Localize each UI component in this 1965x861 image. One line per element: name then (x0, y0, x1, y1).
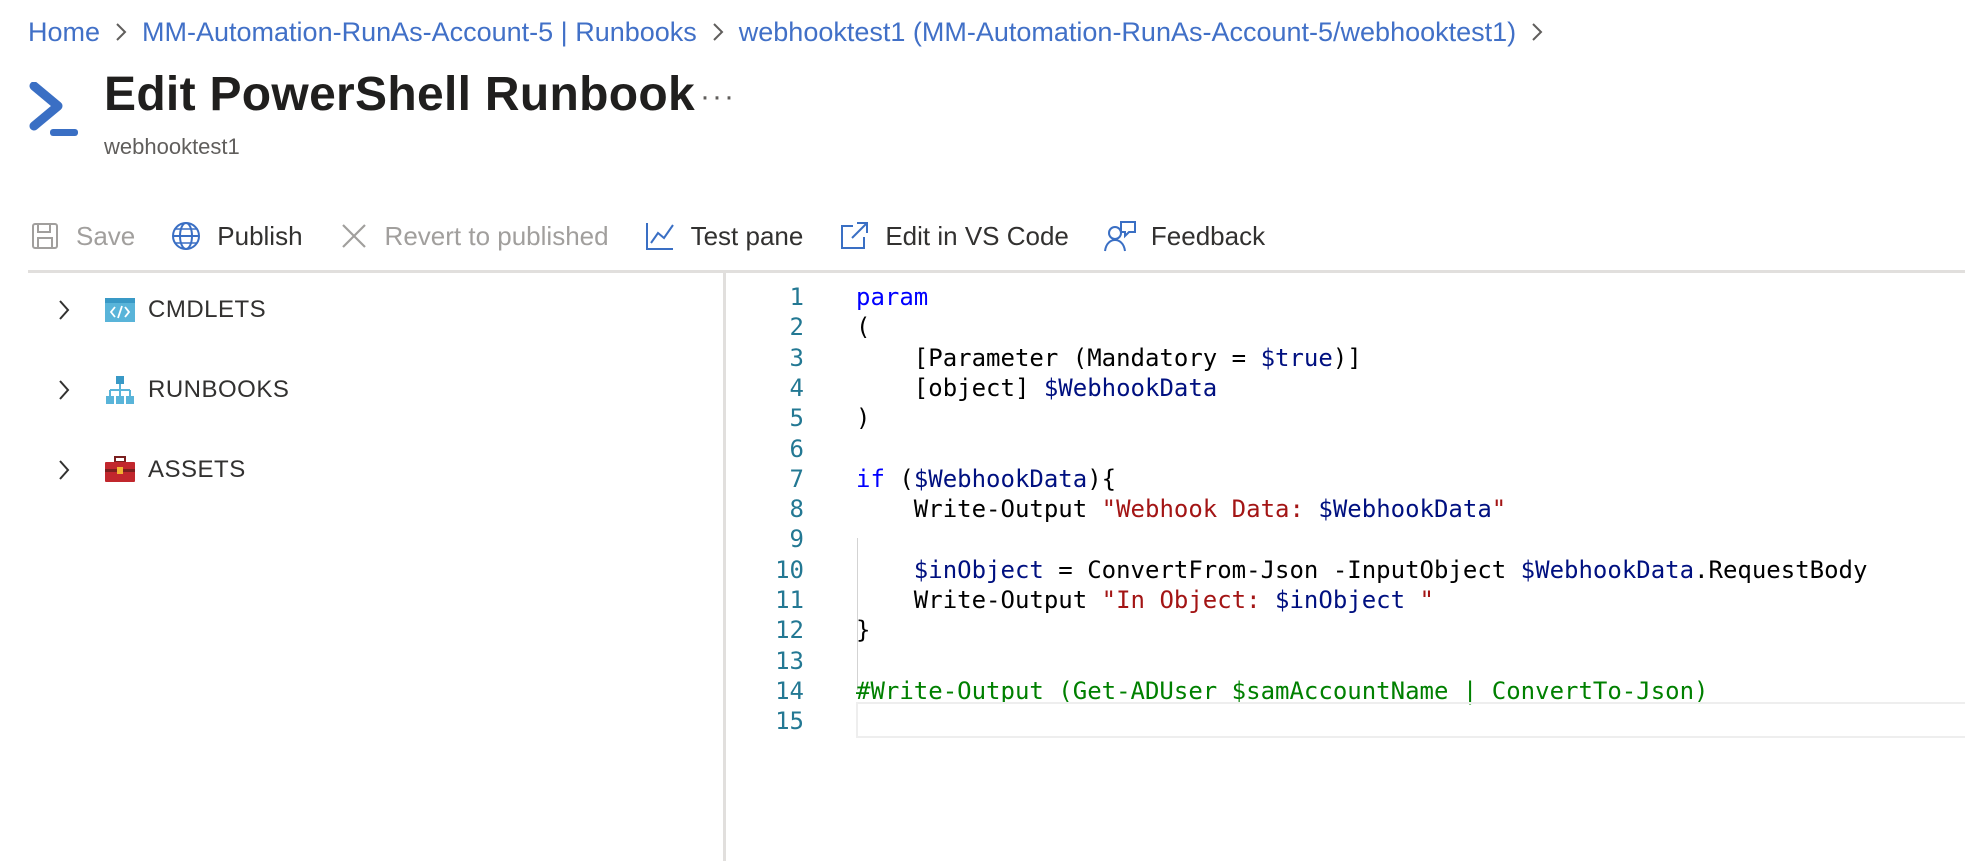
chevron-right-icon (711, 22, 725, 42)
code-token: " (1491, 495, 1507, 524)
chevron-right-icon[interactable] (44, 290, 84, 330)
code-token: $inObject (1275, 586, 1406, 614)
publish-label: Publish (217, 220, 303, 251)
feedback-button[interactable]: Feedback (1103, 219, 1265, 253)
edit-in-vscode-button[interactable]: Edit in VS Code (837, 219, 1069, 253)
code-token: .RequestBody (1694, 555, 1868, 584)
code-token: ( (856, 313, 871, 342)
powershell-icon (29, 82, 78, 136)
revert-to-published-button[interactable]: Revert to published (337, 219, 609, 253)
code-token: )] (1332, 343, 1362, 372)
chevron-right-icon (114, 22, 128, 42)
code-token: if (856, 464, 885, 493)
line-number: 15 (775, 707, 804, 736)
code-token: "In Object: (1101, 586, 1276, 614)
publish-button[interactable]: Publish (169, 219, 303, 253)
more-options-button[interactable]: ··· (700, 80, 736, 114)
runbooks-hierarchy-icon (104, 374, 136, 406)
code-token: param (856, 283, 929, 311)
breadcrumb-home-link[interactable]: Home (28, 17, 100, 48)
title-block: Edit PowerShell Runbook webhooktest1 (104, 64, 695, 160)
page-title: Edit PowerShell Runbook (104, 68, 695, 121)
page-subtitle: webhooktest1 (104, 134, 240, 159)
chevron-right-icon[interactable] (44, 450, 84, 490)
test-pane-label: Test pane (690, 220, 804, 251)
test-pane-button[interactable]: Test pane (643, 219, 804, 253)
breadcrumb: Home MM-Automation-RunAs-Account-5 | Run… (28, 12, 1558, 52)
code-editor[interactable]: 1 param 2(3 [Parameter (Mandatory = $true)… (726, 273, 1965, 861)
tree-item-assets[interactable]: ASSETS (28, 450, 718, 490)
page-header: Edit PowerShell Runbook webhooktest1 (28, 64, 695, 160)
current-line-highlight (856, 702, 1965, 739)
feedback-label: Feedback (1150, 220, 1266, 251)
code-token: $WebhookData (1318, 495, 1492, 524)
save-label: Save (76, 220, 136, 251)
save-icon (32, 223, 58, 249)
edit-in-vscode-label: Edit in VS Code (885, 220, 1069, 251)
tree-label-cmdlets: CMDLETS (148, 296, 267, 323)
code-token: " (1405, 586, 1434, 614)
tree-label-runbooks: RUNBOOKS (148, 376, 290, 403)
globe-icon (172, 222, 201, 250)
code-token: ( (884, 464, 914, 493)
code-token: ){ (1087, 464, 1117, 493)
tree-item-cmdlets[interactable]: CMDLETS (28, 290, 718, 330)
open-external-icon (841, 222, 869, 249)
tree-item-runbooks[interactable]: RUNBOOKS (28, 370, 718, 410)
command-bar: Save Publish Revert to published Test pa… (28, 210, 1299, 262)
revert-label: Revert to published (384, 220, 609, 251)
code-token: [Parameter (Mandatory = (856, 343, 1261, 372)
code-line[interactable]: 15 (726, 702, 1965, 740)
tree-label-assets: ASSETS (148, 456, 246, 483)
code-token: [object] (856, 373, 1044, 402)
code-token: $WebhookData (1043, 373, 1218, 402)
chevron-right-icon (1530, 22, 1544, 42)
code-token: $WebhookData (913, 464, 1088, 493)
breadcrumb-webhooktest1-link[interactable]: webhooktest1 (MM-Automation-RunAs-Accoun… (739, 17, 1516, 48)
breadcrumb-runbooks-link[interactable]: MM-Automation-RunAs-Account-5 | Runbooks (142, 17, 697, 48)
code-token: Write-Output (856, 495, 1102, 524)
line-chart-icon (645, 223, 674, 250)
code-token: } (856, 616, 871, 645)
chevron-right-icon[interactable] (44, 370, 84, 410)
close-icon (341, 224, 366, 248)
code-token: = ConvertFrom-Json -InputObject (1043, 555, 1521, 584)
feedback-person-icon (1103, 221, 1136, 252)
code-token: $WebhookData (1520, 555, 1695, 584)
toolbox-icon (104, 454, 136, 486)
code-token: Write-Output (856, 586, 1102, 614)
cmdlet-icon (104, 294, 136, 326)
code-token: $true (1260, 343, 1333, 372)
code-token: "Webhook Data: (1101, 495, 1319, 524)
code-token: $inObject (913, 555, 1044, 584)
save-button[interactable]: Save (28, 219, 135, 253)
resource-tree: CMDLETS RUNBOOKS ASSETS (28, 290, 718, 530)
code-token: ) (856, 404, 871, 433)
code-token: #Write-Output (Get-ADUser $samAccountNam… (856, 676, 1709, 705)
